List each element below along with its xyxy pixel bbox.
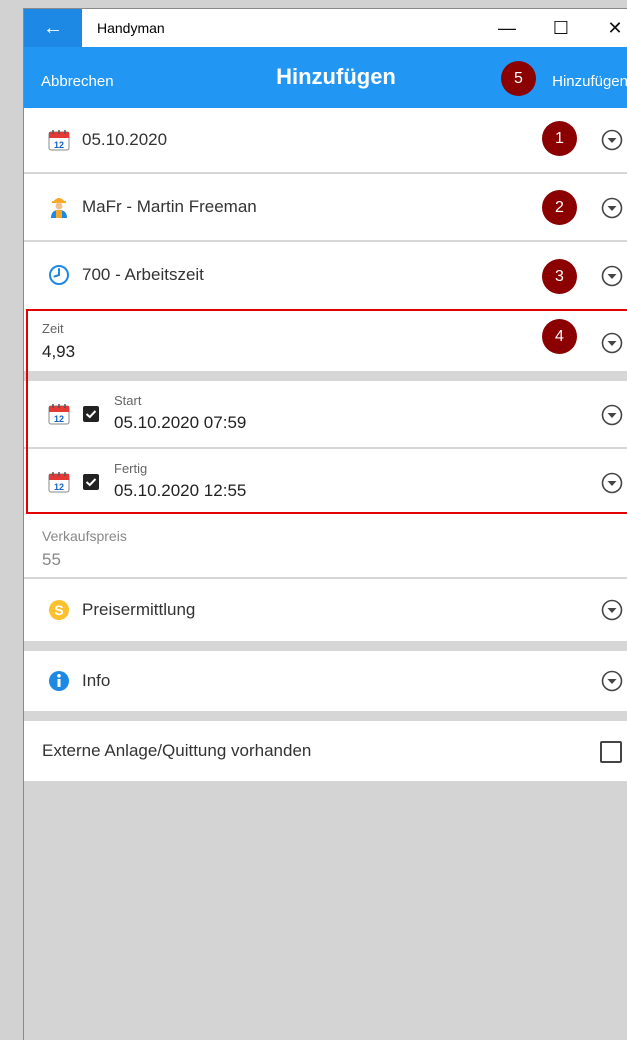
end-checkbox[interactable] [83,474,99,490]
section-gap [24,371,627,381]
start-label: Start [114,393,142,408]
chevron-down-icon[interactable] [601,332,623,354]
badge-2: 2 [542,190,577,225]
info-value: Info [82,671,111,690]
chevron-down-icon[interactable] [601,197,623,219]
price-row: Verkaufspreis 55 [24,514,627,577]
date-row[interactable]: 12 05.10.2020 1 [24,108,627,172]
start-value: 05.10.2020 07:59 [114,413,247,432]
section-gap [24,711,627,721]
calendar-icon: 12 [48,130,70,151]
close-icon: ✕ [607,17,623,38]
end-label: Fertig [114,461,148,476]
chevron-down-icon[interactable] [601,404,623,426]
activity-value: 700 - Arbeitszeit [82,265,204,284]
time-row[interactable]: Zeit 4,93 4 [24,309,627,371]
window-title: Handyman [97,20,165,36]
badge-5: 5 [501,61,536,96]
chevron-down-icon[interactable] [601,129,623,151]
chevron-down-icon[interactable] [601,670,623,692]
section-gap [24,641,627,651]
worker-icon [51,198,67,218]
checkmark-icon [85,410,97,419]
price-label: Verkaufspreis [42,528,127,544]
chevron-down-icon[interactable] [601,472,623,494]
employee-row[interactable]: MaFr - Martin Freeman 2 [24,174,627,240]
attachment-checkbox[interactable] [600,741,622,763]
svg-text:12: 12 [54,482,64,492]
employee-value: MaFr - Martin Freeman [82,197,257,216]
time-label: Zeit [42,321,64,336]
pricing-value: Preisermittlung [82,600,196,619]
calendar-icon: 12 [48,472,70,493]
empty-area [24,781,627,1040]
clock-icon [49,265,69,285]
svg-text:12: 12 [54,140,64,150]
arrow-left-icon: ← [43,16,63,39]
close-button[interactable]: ✕ [592,9,627,47]
date-value: 05.10.2020 [82,130,168,149]
app-window: ← Handyman — ☐ ✕ Abbrechen Hinzufügen Hi… [23,8,627,1040]
end-value: 05.10.2020 12:55 [114,481,247,500]
badge-4: 4 [542,319,577,354]
calendar-icon: 12 [48,404,70,425]
title-bar: ← Handyman — ☐ ✕ [24,9,627,47]
time-value: 4,93 [42,342,76,361]
chevron-down-icon[interactable] [601,265,623,287]
minimize-icon: — [498,17,516,38]
attachment-label: Externe Anlage/Quittung vorhanden [42,741,312,760]
end-row[interactable]: 12 Fertig 05.10.2020 12:55 [24,449,627,514]
activity-row[interactable]: 700 - Arbeitszeit 3 [24,242,627,309]
badge-1: 1 [542,121,577,156]
app-bar: Abbrechen Hinzufügen Hinzufügen 5 [24,47,627,108]
info-icon [49,671,69,691]
start-row[interactable]: 12 Start 05.10.2020 07:59 [24,381,627,447]
coin-icon: S [49,600,69,620]
info-row[interactable]: Info [24,651,627,711]
start-checkbox[interactable] [83,406,99,422]
svg-text:12: 12 [54,414,64,424]
chevron-down-icon[interactable] [601,599,623,621]
svg-text:S: S [54,602,63,618]
attachment-row[interactable]: Externe Anlage/Quittung vorhanden [24,721,627,781]
maximize-icon: ☐ [552,17,570,38]
add-button[interactable]: Hinzufügen [552,73,627,90]
checkmark-icon [85,478,97,487]
page-title: Hinzufügen [276,64,396,89]
minimize-button[interactable]: — [484,9,530,47]
pricing-row[interactable]: S Preisermittlung [24,579,627,641]
price-value: 55 [42,550,61,569]
maximize-button[interactable]: ☐ [538,9,584,47]
back-button[interactable]: ← [24,9,82,47]
badge-3: 3 [542,259,577,294]
